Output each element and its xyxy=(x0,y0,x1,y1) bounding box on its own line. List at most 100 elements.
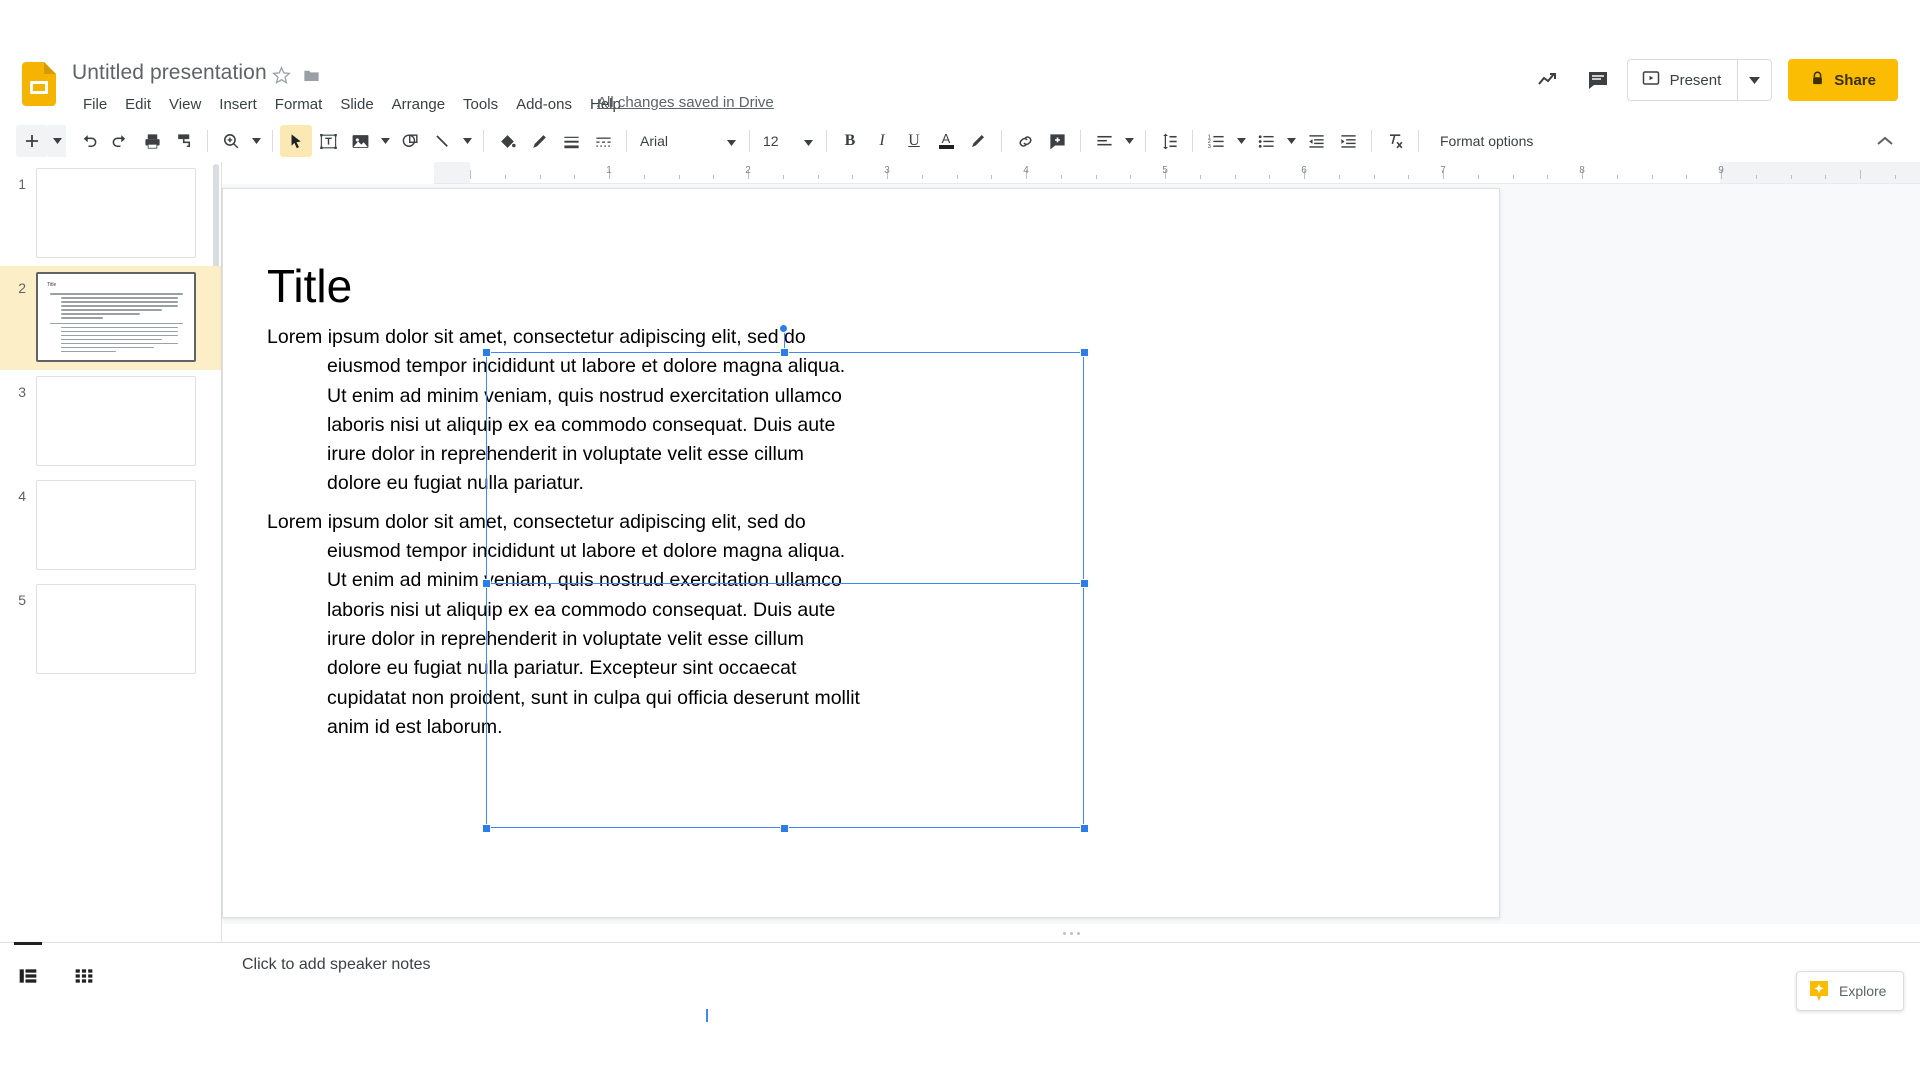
line-button[interactable] xyxy=(426,125,458,157)
menu-item-insert[interactable]: Insert xyxy=(210,94,266,115)
add-comment-button[interactable] xyxy=(1041,125,1073,157)
comment-icon[interactable] xyxy=(1577,59,1619,101)
notes-resize-divider[interactable] xyxy=(222,924,1920,942)
body-paragraph-2[interactable]: Lorem ipsum dolor sit amet, consectetur … xyxy=(267,508,861,742)
menu-item-slide[interactable]: Slide xyxy=(331,94,382,115)
folder-icon[interactable] xyxy=(302,66,321,85)
speaker-notes-pane[interactable]: Click to add speaker notes xyxy=(222,942,1920,1027)
insert-link-button[interactable] xyxy=(1009,125,1041,157)
bulleted-list-button[interactable] xyxy=(1250,125,1282,157)
menu-item-view[interactable]: View xyxy=(160,94,210,115)
slide-body-textbox[interactable]: Lorem ipsum dolor sit amet, consectetur … xyxy=(267,323,861,742)
highlight-pen-icon[interactable] xyxy=(962,125,994,157)
grid-view-button[interactable] xyxy=(56,954,112,998)
clear-formatting-button[interactable] xyxy=(1379,125,1411,157)
toolbar-divider xyxy=(1418,130,1419,152)
numbered-list-caret-icon[interactable] xyxy=(1232,125,1250,157)
bulleted-list-caret-icon[interactable] xyxy=(1282,125,1300,157)
toolbar-divider xyxy=(483,130,484,152)
menu-item-arrange[interactable]: Arrange xyxy=(383,94,454,115)
slide-thumbnail-5[interactable]: 5 xyxy=(0,578,221,682)
ruler-tick xyxy=(1408,175,1410,179)
menu-item-edit[interactable]: Edit xyxy=(116,94,160,115)
undo-button[interactable] xyxy=(72,125,104,157)
slide-thumbnail-2[interactable]: 2 Title xyxy=(0,266,221,370)
slide-thumbnail-4[interactable]: 4 xyxy=(0,474,221,578)
slide-number: 3 xyxy=(18,384,26,400)
menu-item-addons[interactable]: Add-ons xyxy=(507,94,581,115)
italic-button[interactable]: I xyxy=(866,125,898,157)
line-weight-button[interactable] xyxy=(555,125,587,157)
resize-handle-mid-right[interactable] xyxy=(1080,579,1089,588)
outdent-button[interactable] xyxy=(1300,125,1332,157)
resize-handle-bottom-center[interactable] xyxy=(780,824,789,833)
present-button[interactable]: Present xyxy=(1628,60,1738,100)
print-button[interactable] xyxy=(136,125,168,157)
ruler-tick xyxy=(470,170,471,179)
text-box-button[interactable] xyxy=(312,125,344,157)
resize-handle-bottom-left[interactable] xyxy=(482,824,491,833)
present-caret-icon[interactable] xyxy=(1737,60,1771,100)
zoom-button[interactable] xyxy=(215,125,247,157)
bold-button[interactable]: B xyxy=(834,125,866,157)
line-color-button[interactable] xyxy=(523,125,555,157)
line-dash-button[interactable] xyxy=(587,125,619,157)
collapse-toolbar-button[interactable] xyxy=(1870,126,1900,156)
font-size-select[interactable]: 12 xyxy=(757,126,819,156)
activity-trend-icon[interactable] xyxy=(1527,59,1569,101)
slide-thumbnail-1[interactable]: 1 xyxy=(0,162,221,266)
save-status-label[interactable]: All changes saved in Drive xyxy=(597,94,774,111)
thumbnail-preview[interactable] xyxy=(36,168,196,258)
resize-handle-top-left[interactable] xyxy=(482,348,491,357)
underline-button[interactable]: U xyxy=(898,125,930,157)
fill-color-button[interactable] xyxy=(491,125,523,157)
filmstrip-view-button[interactable] xyxy=(0,941,56,998)
font-family-select[interactable]: Arial xyxy=(634,126,742,156)
share-button[interactable]: Share xyxy=(1788,59,1898,101)
resize-handle-bottom-right[interactable] xyxy=(1080,824,1089,833)
document-title[interactable]: Untitled presentation xyxy=(72,61,267,85)
text-color-swatch xyxy=(938,145,954,149)
insert-image-button[interactable] xyxy=(344,125,376,157)
menu-item-file[interactable]: File xyxy=(74,94,116,115)
thumbnail-preview[interactable] xyxy=(36,480,196,570)
text-color-letter: A xyxy=(941,131,951,147)
numbered-list-button[interactable]: 123 xyxy=(1200,125,1232,157)
resize-handle-top-center[interactable] xyxy=(780,348,789,357)
thumbnail-preview[interactable] xyxy=(36,584,196,674)
zoom-caret-icon[interactable] xyxy=(247,125,265,157)
indent-button[interactable] xyxy=(1332,125,1364,157)
text-color-button[interactable]: A xyxy=(930,125,962,157)
thumbnail-preview[interactable] xyxy=(36,376,196,466)
new-slide-caret-icon[interactable] xyxy=(48,125,66,157)
paint-format-button[interactable] xyxy=(168,125,200,157)
horizontal-ruler[interactable]: 1 2 3 4 5 6 7 8 9 xyxy=(434,162,1920,184)
explore-button[interactable]: Explore xyxy=(1796,971,1904,1011)
new-slide-button[interactable] xyxy=(16,125,48,157)
speaker-notes-placeholder: Click to add speaker notes xyxy=(242,956,431,973)
star-icon[interactable] xyxy=(272,65,291,85)
current-slide[interactable]: Title Lorem ipsum dolor sit amet, consec… xyxy=(222,188,1500,918)
thumbnail-preview[interactable]: Title xyxy=(36,272,196,362)
rotation-handle[interactable] xyxy=(779,324,788,333)
shape-button[interactable] xyxy=(394,125,426,157)
resize-handle-top-right[interactable] xyxy=(1080,348,1089,357)
redo-button[interactable] xyxy=(104,125,136,157)
select-tool-button[interactable] xyxy=(280,125,312,157)
body-paragraph-1[interactable]: Lorem ipsum dolor sit amet, consectetur … xyxy=(267,323,861,499)
line-spacing-button[interactable] xyxy=(1153,125,1185,157)
toolbar-divider xyxy=(826,130,827,152)
ruler-number: 2 xyxy=(745,165,751,176)
resize-handle-mid-left[interactable] xyxy=(482,579,491,588)
align-button[interactable] xyxy=(1088,125,1120,157)
menu-item-format[interactable]: Format xyxy=(266,94,332,115)
slide-thumbnail-3[interactable]: 3 xyxy=(0,370,221,474)
line-caret-icon[interactable] xyxy=(458,125,476,157)
align-caret-icon[interactable] xyxy=(1120,125,1138,157)
image-caret-icon[interactable] xyxy=(376,125,394,157)
slides-logo-icon xyxy=(22,62,56,106)
slide-navigator-panel[interactable]: 1 2 Title 3 4 5 xyxy=(0,162,222,942)
menu-item-tools[interactable]: Tools xyxy=(454,94,507,115)
slide-title-text[interactable]: Title xyxy=(267,259,352,313)
format-options-button[interactable]: Format options xyxy=(1440,133,1533,149)
